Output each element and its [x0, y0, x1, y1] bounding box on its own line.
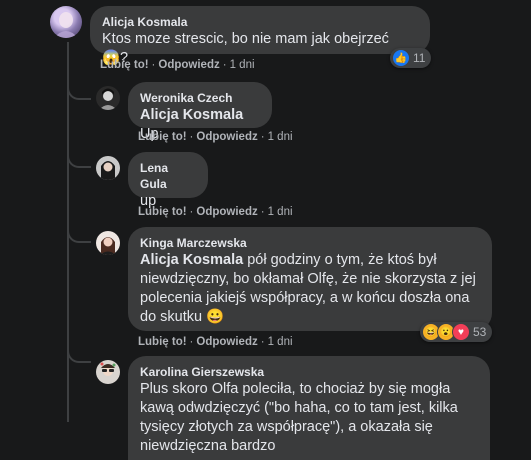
comment-actions: Lubię to! · Odpowiedz · 1 dni	[138, 131, 293, 143]
avatar-photo-icon	[100, 362, 116, 376]
thread-connector	[67, 150, 91, 168]
reply-link[interactable]: Odpowiedz	[158, 59, 219, 71]
reaction-count: 53	[473, 325, 487, 339]
avatar[interactable]	[96, 231, 120, 255]
like-link[interactable]: Lubię to!	[138, 206, 187, 218]
comment-author[interactable]: Kinga Marczewska	[140, 235, 480, 251]
avatar[interactable]	[50, 6, 82, 38]
reply-link[interactable]: Odpowiedz	[196, 206, 257, 218]
comment-bubble: Kinga Marczewska Alicja Kosmala pół godz…	[128, 227, 492, 331]
avatar[interactable]	[96, 156, 120, 180]
thread-connector	[67, 345, 91, 363]
reply-link[interactable]: Odpowiedz	[196, 336, 257, 348]
comment-actions: Lubię to! · Odpowiedz · 1 dni	[100, 59, 255, 71]
mention-link[interactable]: Alicja Kosmala	[140, 252, 243, 268]
mention-link[interactable]: Alicja Kosmala	[140, 107, 243, 123]
reaction-summary[interactable]: 😆 😮 ♥ 53	[420, 322, 493, 342]
comment-bubble: Lena Gula up	[128, 152, 208, 209]
like-link[interactable]: Lubię to!	[100, 59, 149, 71]
reaction-count: 11	[413, 51, 426, 65]
comment-time[interactable]: 1 dni	[268, 336, 293, 348]
avatar-photo-icon	[100, 237, 116, 255]
comment-actions: Lubię to! · Odpowiedz · 1 dni	[138, 336, 293, 348]
comment-actions: Lubię to! · Odpowiedz · 1 dni	[138, 206, 293, 218]
thread-connector	[67, 225, 91, 243]
comment-text: Plus skoro Olfa poleciła, to chociaż by …	[140, 381, 458, 454]
love-icon: ♥	[452, 323, 470, 341]
like-link[interactable]: Lubię to!	[138, 131, 187, 143]
thread-connector	[67, 82, 91, 100]
comment-bubble: Alicja Kosmala Ktos moze strescic, bo ni…	[90, 6, 430, 66]
avatar[interactable]	[96, 360, 120, 384]
reply-link[interactable]: Odpowiedz	[196, 131, 257, 143]
comment-author[interactable]: Lena Gula	[140, 160, 196, 192]
comment-text: Alicja Kosmala pół godziny o tym, że kto…	[140, 251, 480, 327]
avatar-photo-icon	[99, 88, 117, 110]
like-link[interactable]: Lubię to!	[138, 336, 187, 348]
comment-bubble: Weronika Czech Alicja Kosmala Up	[128, 82, 272, 142]
comment-time[interactable]: 1 dni	[268, 131, 293, 143]
comment-bubble: Karolina Gierszewska Plus skoro Olfa pol…	[128, 356, 490, 460]
reaction-summary[interactable]: 👍 11	[390, 48, 432, 68]
like-icon: 👍	[392, 49, 410, 67]
avatar[interactable]	[96, 86, 120, 110]
avatar-photo-icon	[101, 161, 115, 180]
comment-time[interactable]: 1 dni	[230, 59, 255, 71]
comment-author[interactable]: Alicja Kosmala	[102, 14, 418, 30]
comment-time[interactable]: 1 dni	[268, 206, 293, 218]
comment-author[interactable]: Karolina Gierszewska	[140, 364, 478, 380]
avatar-photo-icon	[54, 12, 78, 38]
comment-author[interactable]: Weronika Czech	[140, 90, 260, 106]
